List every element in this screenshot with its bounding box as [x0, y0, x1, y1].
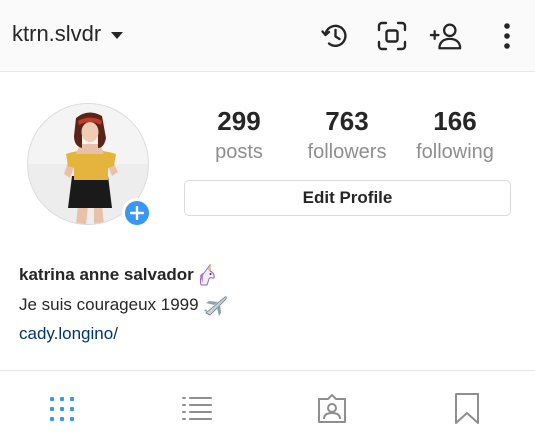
- list-icon[interactable]: [179, 391, 215, 427]
- unicorn-emoji-icon: [199, 263, 215, 286]
- airplane-emoji-icon: [203, 296, 227, 316]
- stat-value: 166: [433, 106, 477, 136]
- stat-label: following: [416, 141, 494, 163]
- more-vertical-icon[interactable]: [490, 19, 524, 53]
- top-bar: ktrn.slvdr: [0, 0, 535, 72]
- bio-name-line: katrina anne salvador: [19, 263, 219, 287]
- history-icon[interactable]: [318, 19, 352, 53]
- caret-down-icon: [111, 31, 124, 39]
- stat-label: followers: [307, 141, 387, 163]
- username: ktrn.slvdr: [12, 21, 102, 46]
- bio-text: Je suis courageux 1999: [19, 295, 199, 314]
- stat-label: posts: [215, 141, 263, 163]
- add-user-icon[interactable]: [429, 19, 463, 53]
- plus-icon: [130, 206, 144, 220]
- stat-followers[interactable]: 763 followers: [297, 106, 397, 166]
- stat-posts[interactable]: 299 posts: [189, 106, 289, 166]
- profile-tab-bar: [0, 370, 535, 442]
- edit-profile-button[interactable]: Edit Profile: [184, 180, 511, 216]
- stat-following[interactable]: 166 following: [405, 106, 505, 166]
- stat-value: 763: [325, 106, 369, 136]
- profile-avatar-wrap: [27, 103, 152, 228]
- grid-icon[interactable]: [44, 391, 80, 427]
- scan-icon[interactable]: [375, 19, 409, 53]
- add-story-button[interactable]: [122, 198, 152, 228]
- bio-text-line: Je suis courageux 1999: [19, 293, 229, 317]
- full-name: katrina anne salvador: [19, 265, 194, 284]
- bio-link[interactable]: cady.longino/: [19, 324, 118, 344]
- account-switcher[interactable]: ktrn.slvdr: [12, 21, 124, 47]
- stat-value: 299: [217, 106, 261, 136]
- tagged-icon[interactable]: [314, 391, 350, 427]
- saved-icon[interactable]: [449, 391, 485, 427]
